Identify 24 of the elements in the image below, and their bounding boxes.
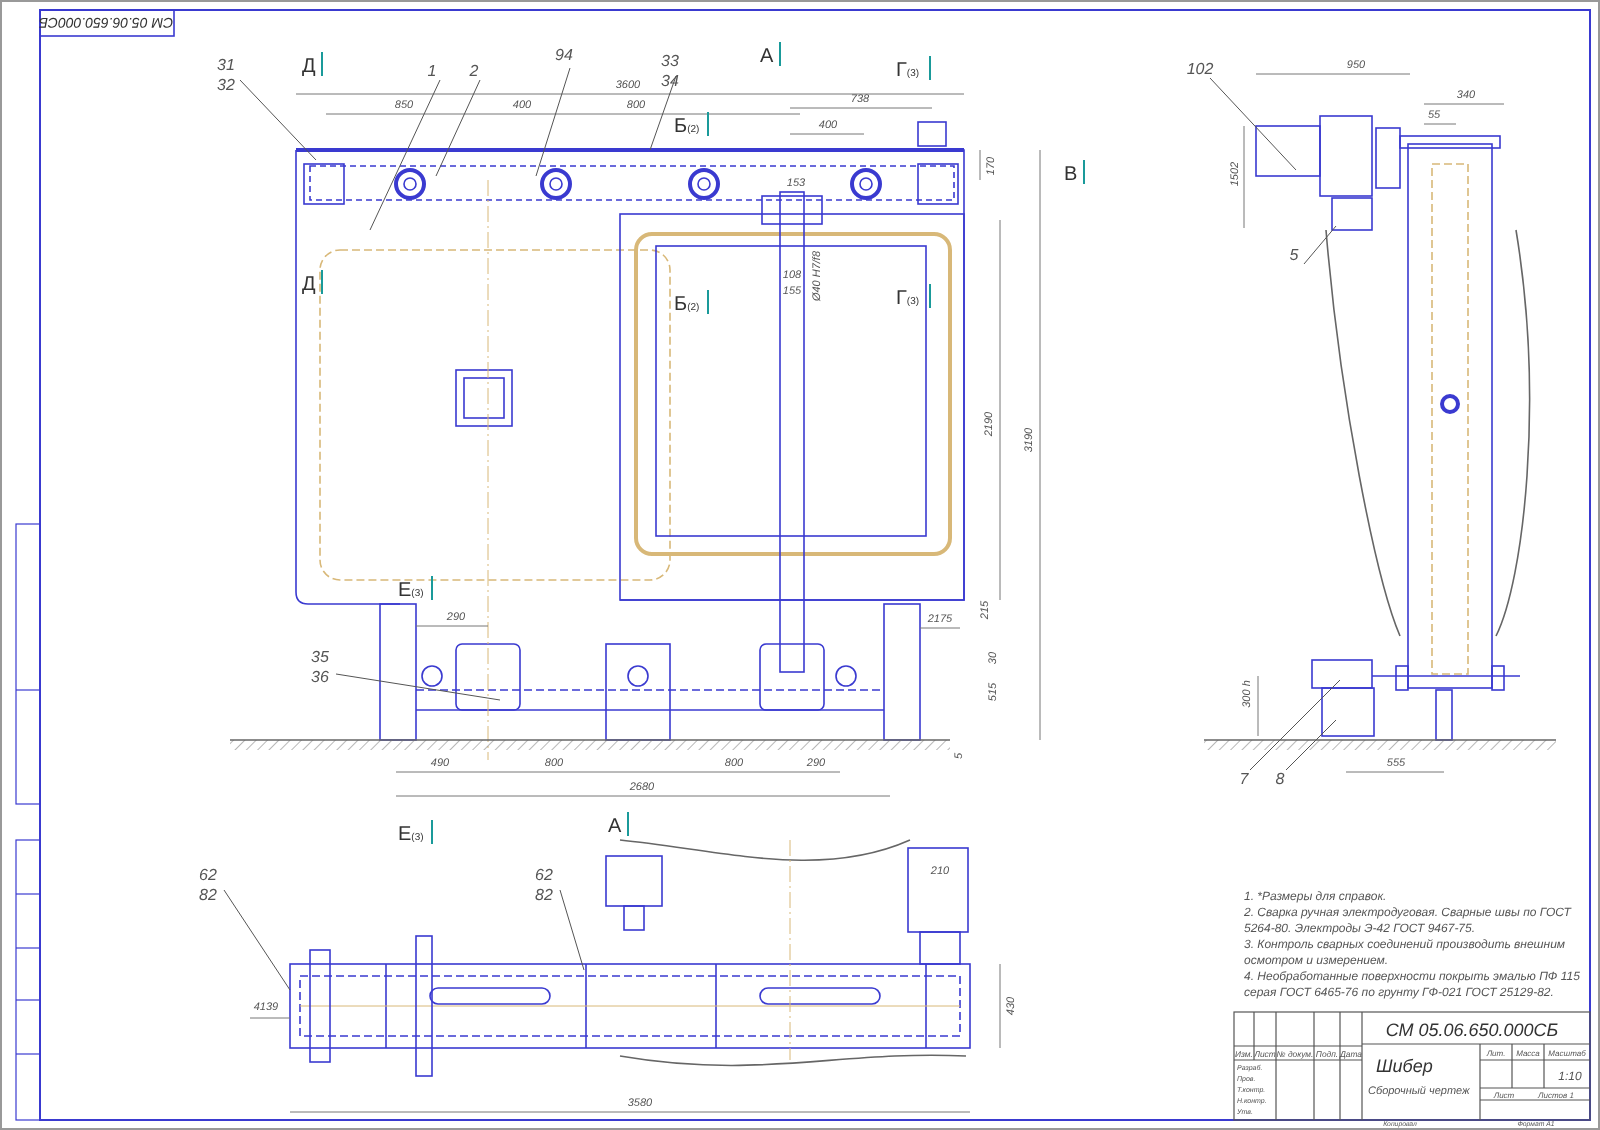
callout-number: 31	[216, 55, 234, 73]
callout-number: 82	[198, 885, 216, 903]
section-mark: А	[759, 40, 780, 67]
callout-number: 8	[1274, 769, 1284, 787]
callout-number: 2	[468, 61, 478, 79]
callout-number: 102	[1185, 59, 1213, 77]
callout-number: 1	[426, 61, 436, 79]
callout-number: 32	[216, 75, 234, 93]
callout-number: 62	[198, 865, 216, 883]
callout-number: 94	[554, 45, 572, 63]
callout-number: 5	[1288, 245, 1298, 263]
part-name: Шибер	[1375, 1055, 1432, 1075]
callout-number: 36	[310, 667, 328, 685]
section-mark: Д	[301, 50, 322, 77]
callout-number: 34	[660, 71, 678, 89]
section-mark: В	[1063, 158, 1084, 185]
callout-number: 82	[534, 885, 552, 903]
section-mark: А	[607, 810, 628, 837]
callout-number: 7	[1238, 769, 1248, 787]
section-mark: Д	[301, 268, 322, 295]
callout-number: 33	[660, 51, 678, 69]
callout-number: 35	[310, 647, 328, 665]
callout-number: 62	[534, 865, 552, 883]
drawing-number: СМ 05.06.650.000СБ	[1384, 1019, 1558, 1039]
